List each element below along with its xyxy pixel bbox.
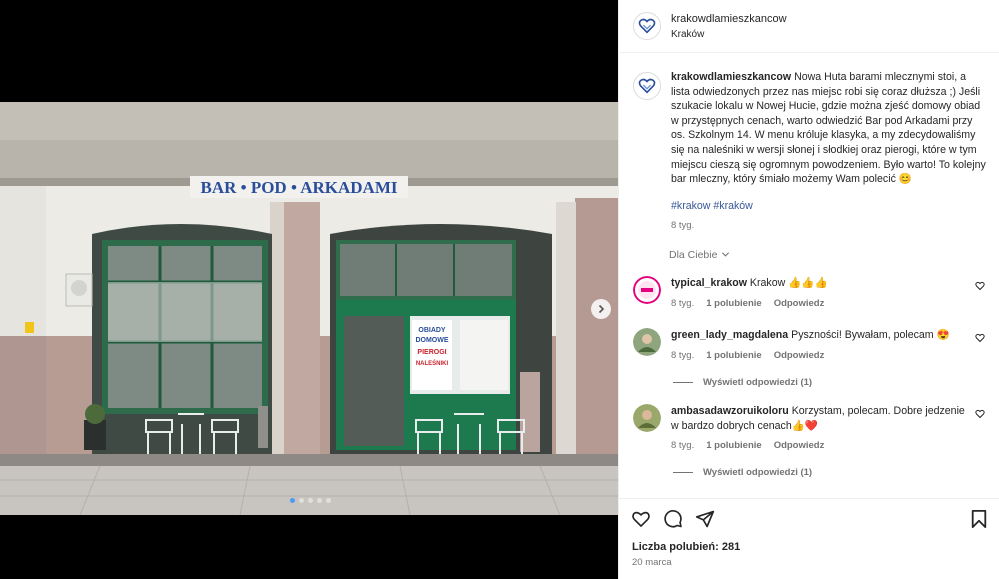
heart-logo-icon: [638, 78, 656, 94]
view-replies-button[interactable]: Wyświetl odpowiedzi (1): [673, 377, 812, 388]
comment-likes[interactable]: 1 polubienie: [706, 440, 761, 451]
post-header: krakowdlamieszkancow Kraków: [619, 0, 999, 53]
comment-likes[interactable]: 1 polubienie: [706, 298, 761, 309]
next-photo-button[interactable]: [591, 299, 611, 319]
share-send-icon[interactable]: [695, 509, 715, 529]
replies-divider-line: [673, 382, 693, 383]
view-replies-label: Wyświetl odpowiedzi (1): [703, 377, 813, 388]
comment-text: Krakow 👍👍👍: [749, 277, 828, 289]
like-comment-heart-icon[interactable]: [975, 333, 985, 343]
post-media: OBIADY DOMOWE PIEROGI NALEŚNIKI BAR • PO…: [0, 0, 618, 579]
post-photo: OBIADY DOMOWE PIEROGI NALEŚNIKI BAR • PO…: [0, 102, 618, 515]
commenter-username[interactable]: green_lady_magdalena: [671, 329, 788, 341]
author-username[interactable]: krakowdlamieszkancow: [671, 13, 787, 25]
caption-text: Nowa Huta barami mlecznymi stoi, a lista…: [671, 71, 986, 186]
chevron-down-icon: [722, 252, 730, 257]
post-side-panel: krakowdlamieszkancow Kraków krakowdlamie…: [618, 0, 999, 579]
comments-scroll-area[interactable]: krakowdlamieszkancow Nowa Huta barami ml…: [619, 54, 999, 497]
menu-text-1: OBIADY: [418, 327, 446, 334]
carousel-dot: [326, 498, 331, 503]
comment-likes[interactable]: 1 polubienie: [706, 350, 761, 361]
carousel-dot: [308, 498, 313, 503]
menu-text-2: DOMOWE: [415, 337, 448, 344]
like-heart-icon[interactable]: [631, 509, 651, 529]
carousel-dot: [317, 498, 322, 503]
comment-item: typical_krakow Krakow 👍👍👍 8 tyg. 1 polub…: [633, 276, 993, 309]
view-replies-button[interactable]: Wyświetl odpowiedzi (1): [673, 467, 812, 478]
like-comment-heart-icon[interactable]: [975, 409, 985, 419]
menu-text-3: PIEROGI: [417, 349, 446, 356]
comment-time: 8 tyg.: [671, 440, 695, 452]
comment-item: ambasadawzoruikoloru Korzystam, polecam.…: [633, 404, 993, 451]
post-caption: krakowdlamieszkancow Nowa Huta barami ml…: [619, 54, 999, 231]
heart-logo-icon: [638, 18, 656, 34]
likes-count[interactable]: Liczba polubień: 281: [632, 541, 740, 553]
comment-reply-button[interactable]: Odpowiedz: [774, 440, 825, 451]
commenter-avatar[interactable]: [633, 404, 661, 432]
hashtags[interactable]: #krakow #kraków: [671, 200, 753, 212]
for-you-label: Dla Ciebie: [669, 248, 718, 261]
commenter-username[interactable]: ambasadawzoruikoloru: [671, 405, 789, 417]
caption-time: 8 tyg.: [671, 219, 695, 231]
replies-divider-line: [673, 472, 693, 473]
comment-reply-button[interactable]: Odpowiedz: [774, 298, 825, 309]
caption-username[interactable]: krakowdlamieszkancow: [671, 71, 791, 83]
save-bookmark-icon[interactable]: [970, 509, 988, 529]
post-actions-bar: Liczba polubień: 281 20 marca: [619, 498, 999, 579]
commenter-avatar[interactable]: [633, 328, 661, 356]
caption-author-avatar[interactable]: [633, 72, 661, 100]
carousel-dot: [299, 498, 304, 503]
commenter-avatar[interactable]: [633, 276, 661, 304]
carousel-dot-active: [290, 498, 295, 503]
author-avatar[interactable]: [633, 12, 661, 40]
chevron-right-icon: [598, 304, 605, 314]
like-comment-heart-icon[interactable]: [975, 281, 985, 291]
comment-time: 8 tyg.: [671, 297, 695, 309]
commenter-username[interactable]: typical_krakow: [671, 277, 747, 289]
for-you-toggle[interactable]: Dla Ciebie: [669, 249, 999, 261]
bar-sign-text: BAR • POD • ARKADAMI: [200, 178, 397, 197]
comment-bubble-icon[interactable]: [663, 509, 683, 529]
carousel-dots: [290, 498, 331, 503]
menu-text-4: NALEŚNIKI: [416, 360, 449, 367]
comment-time: 8 tyg.: [671, 349, 695, 361]
post-date: 20 marca: [632, 557, 672, 568]
view-replies-label: Wyświetl odpowiedzi (1): [703, 467, 813, 478]
comment-item: green_lady_magdalena Pyszności! Bywałam,…: [633, 328, 993, 361]
post-location[interactable]: Kraków: [671, 29, 787, 40]
comment-reply-button[interactable]: Odpowiedz: [774, 350, 825, 361]
comment-text: Pyszności! Bywałam, polecam 😍: [791, 329, 950, 341]
